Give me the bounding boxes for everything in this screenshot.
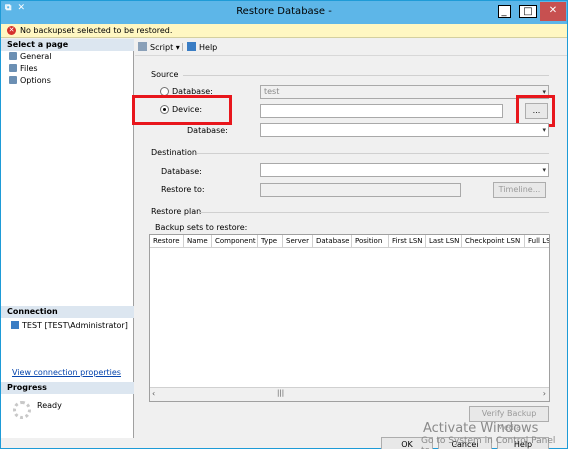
page-item-label: Options <box>20 76 51 85</box>
title-bar: ⧉ ✕ Restore Database - _ □ ✕ <box>1 1 567 24</box>
view-connection-properties-link[interactable]: View connection properties <box>12 368 121 377</box>
page-item-options[interactable]: Options <box>9 76 51 86</box>
column-header-checkpoint-lsn[interactable]: Checkpoint LSN <box>462 235 525 248</box>
verify-backup-media-button[interactable]: Verify Backup Media <box>469 406 549 432</box>
column-header-database[interactable]: Database <box>313 235 352 248</box>
close-icon: ✕ <box>548 5 558 16</box>
maximize-button[interactable]: □ <box>516 2 540 21</box>
source-divider <box>183 75 549 76</box>
connection-text: TEST [TEST\Administrator] <box>22 321 128 330</box>
scroll-right-icon[interactable]: › <box>543 389 546 398</box>
minimize-icon: _ <box>497 5 511 18</box>
restore-to-field[interactable] <box>260 183 461 197</box>
source-database-value: test <box>264 87 280 96</box>
column-header-position[interactable]: Position <box>352 235 389 248</box>
column-header-component[interactable]: Component <box>212 235 258 248</box>
restore-plan-divider <box>199 212 549 213</box>
source-database-select[interactable]: test ▾ <box>260 85 549 99</box>
help-toolbar-button[interactable]: Help <box>187 42 217 52</box>
right-panel: Script ▾ | Help Source Database: test ▾ … <box>132 39 567 449</box>
destination-database-select[interactable]: ▾ <box>260 163 549 177</box>
activation-watermark-subtitle: Go to System in Control Panel to <box>421 436 556 449</box>
maximize-icon: □ <box>519 5 537 18</box>
column-header-last-lsn[interactable]: Last LSN <box>426 235 462 248</box>
horizontal-scrollbar[interactable]: ‹ ||| › <box>150 387 549 401</box>
column-header-type[interactable]: Type <box>258 235 283 248</box>
page-icon <box>9 52 17 60</box>
destination-heading: Destination <box>151 148 197 157</box>
column-header-server[interactable]: Server <box>283 235 313 248</box>
device-database-select[interactable]: ▾ <box>260 123 549 137</box>
close-button[interactable]: ✕ <box>540 2 566 21</box>
connection-info: TEST [TEST\Administrator] <box>11 321 128 330</box>
select-page-heading: Select a page <box>1 39 134 51</box>
connection-heading: Connection <box>1 306 134 318</box>
toolbar: Script ▾ | Help <box>135 39 567 56</box>
chevron-down-icon: ▾ <box>542 126 546 134</box>
scrollbar-thumb-icon[interactable]: ||| <box>277 389 284 397</box>
help-icon <box>187 42 196 51</box>
backup-sets-grid[interactable]: Restore Name Component Type Server Datab… <box>149 234 550 402</box>
script-label: Script <box>150 43 174 52</box>
message-bar: ✕ No backupset selected to be restored. <box>1 24 567 38</box>
progress-heading: Progress <box>1 382 134 394</box>
page-item-general[interactable]: General <box>9 52 52 62</box>
script-icon <box>138 42 147 51</box>
page-item-label: Files <box>20 64 38 73</box>
minimize-button[interactable]: _ <box>492 2 516 21</box>
column-header-full-lsn[interactable]: Full LS <box>525 235 549 248</box>
activation-watermark-title: Activate Windows <box>423 421 539 436</box>
help-label: Help <box>199 43 218 52</box>
timeline-button[interactable]: Timeline... <box>493 182 546 198</box>
source-heading: Source <box>151 70 179 79</box>
page-icon <box>9 76 17 84</box>
left-panel: Select a page General Files Options Conn… <box>1 39 134 438</box>
page-item-files[interactable]: Files <box>9 64 38 74</box>
page-item-label: General <box>20 52 52 61</box>
grid-header: Restore Name Component Type Server Datab… <box>150 235 549 248</box>
scroll-left-icon[interactable]: ‹ <box>152 389 155 398</box>
column-header-restore[interactable]: Restore <box>150 235 184 248</box>
message-text: No backupset selected to be restored. <box>20 26 173 35</box>
page-icon <box>9 64 17 72</box>
destination-divider <box>197 153 549 154</box>
progress-spinner-icon <box>13 401 31 419</box>
device-path-field[interactable] <box>260 104 503 118</box>
destination-database-label: Database: <box>161 167 202 176</box>
script-button[interactable]: Script ▾ <box>138 42 180 52</box>
progress-status: Ready <box>37 401 62 410</box>
restore-plan-heading: Restore plan <box>151 207 202 216</box>
device-highlight-box <box>132 95 232 125</box>
chevron-down-icon: ▾ <box>175 43 180 52</box>
error-icon: ✕ <box>7 26 16 35</box>
backup-sets-label: Backup sets to restore: <box>155 223 248 232</box>
server-icon <box>11 321 19 329</box>
device-database-label: Database: <box>187 126 228 135</box>
window-title: Restore Database - <box>236 6 332 17</box>
restore-to-label: Restore to: <box>161 185 205 194</box>
column-header-first-lsn[interactable]: First LSN <box>389 235 426 248</box>
column-header-name[interactable]: Name <box>184 235 212 248</box>
toolbar-separator: | <box>181 42 184 51</box>
chevron-down-icon: ▾ <box>542 166 546 174</box>
restore-database-window: ⧉ ✕ Restore Database - _ □ ✕ ✕ No backups… <box>0 0 568 449</box>
